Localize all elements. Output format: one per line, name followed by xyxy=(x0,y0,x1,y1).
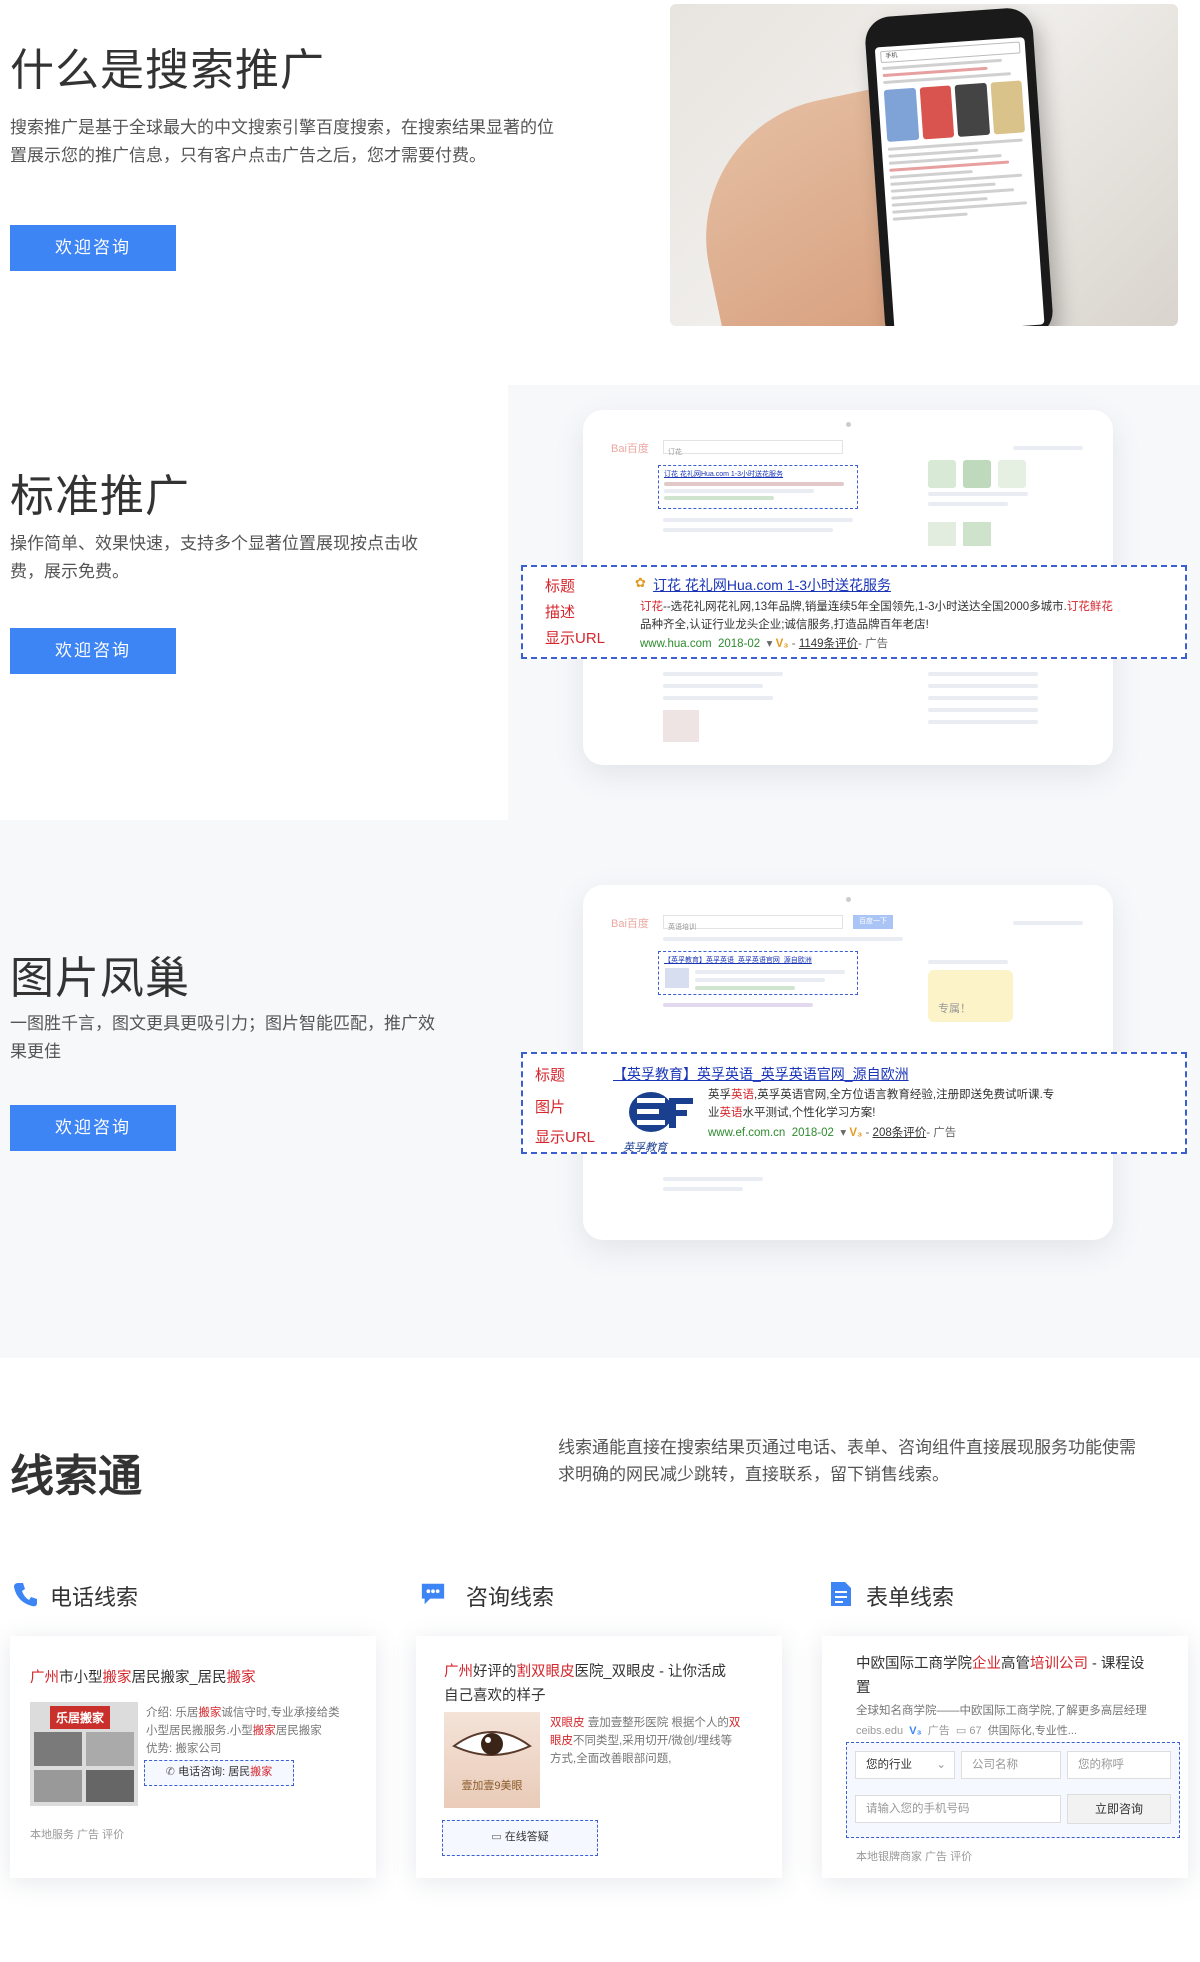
standard-title: 标准推广 xyxy=(10,472,190,521)
mini-ad-highlight: 订花 花礼网Hua.com 1-3小时送花服务 xyxy=(658,465,858,509)
ad-description: 英孚英语,英孚英语官网,全方位语言教育经验,注册即送免费试听课.专 业英语水平测… xyxy=(708,1089,1055,1119)
phone-leads-card: 广州市小型搬家居民搬家_居民搬家 乐居搬家 介绍: 乐居搬家诚信守时,专业承接给… xyxy=(10,1636,376,1878)
company-name-input[interactable]: 公司名称 xyxy=(961,1751,1061,1779)
phone-in-hand-photo: 手机 xyxy=(670,4,1178,326)
phone-call-button[interactable]: ✆ 电话咨询: 居民搬家 xyxy=(144,1760,294,1786)
phone-icon xyxy=(14,1583,37,1607)
mini-ad-highlight: 【英孚教育】英孚英语_英孚英语官网_源自欧洲 xyxy=(658,951,858,995)
form-document-icon xyxy=(831,1582,851,1606)
form-card-meta: 本地银牌商家 广告 评价 xyxy=(856,1851,973,1863)
form-leads-heading: 表单线索 xyxy=(866,1585,955,1610)
ad-description: 订花--选花礼网花礼网,13年品牌,销量连续5年全国领先,1-3小时送达全国20… xyxy=(640,601,1113,631)
consult-card-title[interactable]: 广州好评的割双眼皮医院_双眼皮 - 让你活成 自己喜欢的样子 xyxy=(444,1660,764,1708)
ef-logo-image: 英孚教育 xyxy=(623,1088,703,1154)
intro-description: 搜索推广是基于全球最大的中文搜索引擎百度搜索，在搜索结果显著的位 置展示您的推广… xyxy=(10,118,554,165)
ad-display-url: www.ef.com.cn 2018-02 ▾ V₃ - 208条评价- 广告 xyxy=(708,1127,957,1139)
phone-card-meta: 本地服务 广告 评价 xyxy=(30,1829,125,1841)
v3-badge-icon: V₃ xyxy=(775,638,789,650)
phone-number-input[interactable]: 请输入您的手机号码 xyxy=(855,1795,1061,1823)
v3-badge-icon: V₃ xyxy=(909,1725,922,1737)
reviews-link[interactable]: 1149条评价 xyxy=(799,638,858,650)
label-display-url: 显示URL xyxy=(545,630,606,647)
image-consult-button[interactable]: 欢迎咨询 xyxy=(10,1105,176,1151)
name-input[interactable]: 您的称呼 xyxy=(1067,1751,1171,1779)
consult-card-text: 双眼皮 壹加壹整形医院 根据个人的双 眼皮不同类型,采用切开/微创/埋线等 方式… xyxy=(550,1717,741,1765)
leads-title: 线索通 xyxy=(10,1452,142,1501)
search-logo: Bai百度 xyxy=(611,443,649,455)
standard-description: 操作简单、效果快速，支持多个显著位置展现按点击收 费，展示免费。 xyxy=(10,534,418,581)
standard-ad-callout: 标题 描述 显示URL ✿ 订花 花礼网Hua.com 1-3小时送花服务 订花… xyxy=(521,565,1187,659)
lead-form: 您的行业 ⌄ 公司名称 您的称呼 请输入您的手机号码 立即咨询 xyxy=(846,1742,1180,1838)
form-leads-card: 中欧国际工商学院企业高管培训公司 - 课程设 置 全球知名商学院——中欧国际工商… xyxy=(822,1636,1188,1878)
label-title: 标题 xyxy=(535,1067,566,1084)
standard-consult-button[interactable]: 欢迎咨询 xyxy=(10,628,176,674)
chat-small-icon: ▭ xyxy=(491,1831,505,1843)
image-section: 图片凤巢 一图胜千言，图文更具更吸引力；图片智能匹配，推广效 果更佳 欢迎咨询 … xyxy=(0,820,1200,1358)
leads-section: 线索通 线索通能直接在搜索结果页通过电话、表单、咨询组件直接展现服务功能使需 求… xyxy=(0,1358,1200,1962)
industry-select[interactable]: 您的行业 ⌄ xyxy=(855,1751,955,1779)
moving-company-thumbnail: 乐居搬家 xyxy=(30,1702,138,1806)
label-title: 标题 xyxy=(545,578,576,595)
form-card-source: ceibs.edu V₃ 广告 ▭ 67 供国际化,专业性... xyxy=(856,1725,1077,1737)
standard-section: 标准推广 操作简单、效果快速，支持多个显著位置展现按点击收 费，展示免费。 欢迎… xyxy=(0,370,1200,820)
online-consult-button[interactable]: ▭ 在线答疑 xyxy=(442,1820,598,1856)
flower-icon: ✿ xyxy=(635,575,646,590)
mock-search-box: 订花 xyxy=(663,440,843,456)
eye-surgery-thumbnail: 壹加壹9美眼 xyxy=(444,1712,540,1808)
standard-preview-panel: Bai百度 订花 订花 花礼网Hua.com 1-3小时送花服务 标题 描述 显… xyxy=(508,385,1200,820)
consult-leads-heading: 咨询线索 xyxy=(466,1585,555,1610)
chat-bubble-icon xyxy=(421,1583,445,1605)
search-logo: Bai百度 xyxy=(611,918,649,930)
comment-icon: ▭ xyxy=(955,1725,967,1737)
intro-consult-button[interactable]: 欢迎咨询 xyxy=(10,225,176,271)
reviews-link[interactable]: 208条评价 xyxy=(873,1127,927,1139)
phone-screen: 手机 xyxy=(874,37,1045,326)
consult-leads-card: 广州好评的割双眼皮医院_双眼皮 - 让你活成 自己喜欢的样子 壹加壹9美眼 双眼… xyxy=(416,1636,782,1878)
chevron-down-icon: ⌄ xyxy=(936,1759,946,1771)
phone-leads-heading: 电话线索 xyxy=(50,1585,139,1610)
ad-title-link[interactable]: 订花 花礼网Hua.com 1-3小时送花服务 xyxy=(653,575,891,595)
image-description: 一图胜千言，图文更具更吸引力；图片智能匹配，推广效 果更佳 xyxy=(10,1014,435,1061)
image-preview-panel: Bai百度 英语培训 百度一下 【英孚教育】英孚英语_英孚英语官网_源自欧洲 专… xyxy=(508,860,1200,1300)
mock-search-button: 百度一下 xyxy=(853,915,893,929)
mock-search-box: 英语培训 xyxy=(663,915,843,931)
phone-image: 手机 xyxy=(863,6,1055,326)
ad-display-url: www.hua.com 2018-02 ▾ V₃ - 1149条评价- 广告 xyxy=(640,638,889,650)
form-card-text: 全球知名商学院——中欧国际工商学院,了解更多高层经理 xyxy=(856,1705,1147,1717)
image-title: 图片凤巢 xyxy=(10,954,190,1003)
leads-description: 线索通能直接在搜索结果页通过电话、表单、咨询组件直接展现服务功能使需 求明确的网… xyxy=(558,1438,1136,1484)
intro-title: 什么是搜索推广 xyxy=(10,46,325,95)
phone-small-icon: ✆ xyxy=(165,1766,179,1778)
intro-section: 什么是搜索推广 搜索推广是基于全球最大的中文搜索引擎百度搜索，在搜索结果显著的位… xyxy=(0,0,1200,370)
label-display-url: 显示URL xyxy=(535,1129,596,1146)
phone-card-title[interactable]: 广州市小型搬家居民搬家_居民搬家 xyxy=(30,1666,256,1690)
form-card-title[interactable]: 中欧国际工商学院企业高管培训公司 - 课程设 置 xyxy=(856,1652,1176,1700)
label-description: 描述 xyxy=(545,604,576,621)
label-image: 图片 xyxy=(535,1099,566,1116)
submit-consult-button[interactable]: 立即咨询 xyxy=(1067,1794,1171,1824)
side-ad-image: 专属！ xyxy=(928,970,1013,1022)
phone-card-text: 介绍: 乐居搬家诚信守时,专业承接给类 小型居民搬服务.小型搬家居民搬家 优势:… xyxy=(146,1707,340,1755)
ad-title-link[interactable]: 【英孚教育】英孚英语_英孚英语官网_源自欧洲 xyxy=(613,1064,909,1084)
v3-badge-icon: V₃ xyxy=(849,1127,863,1139)
image-ad-callout: 标题 图片 显示URL 【英孚教育】英孚英语_英孚英语官网_源自欧洲 英孚教育 … xyxy=(521,1052,1187,1154)
